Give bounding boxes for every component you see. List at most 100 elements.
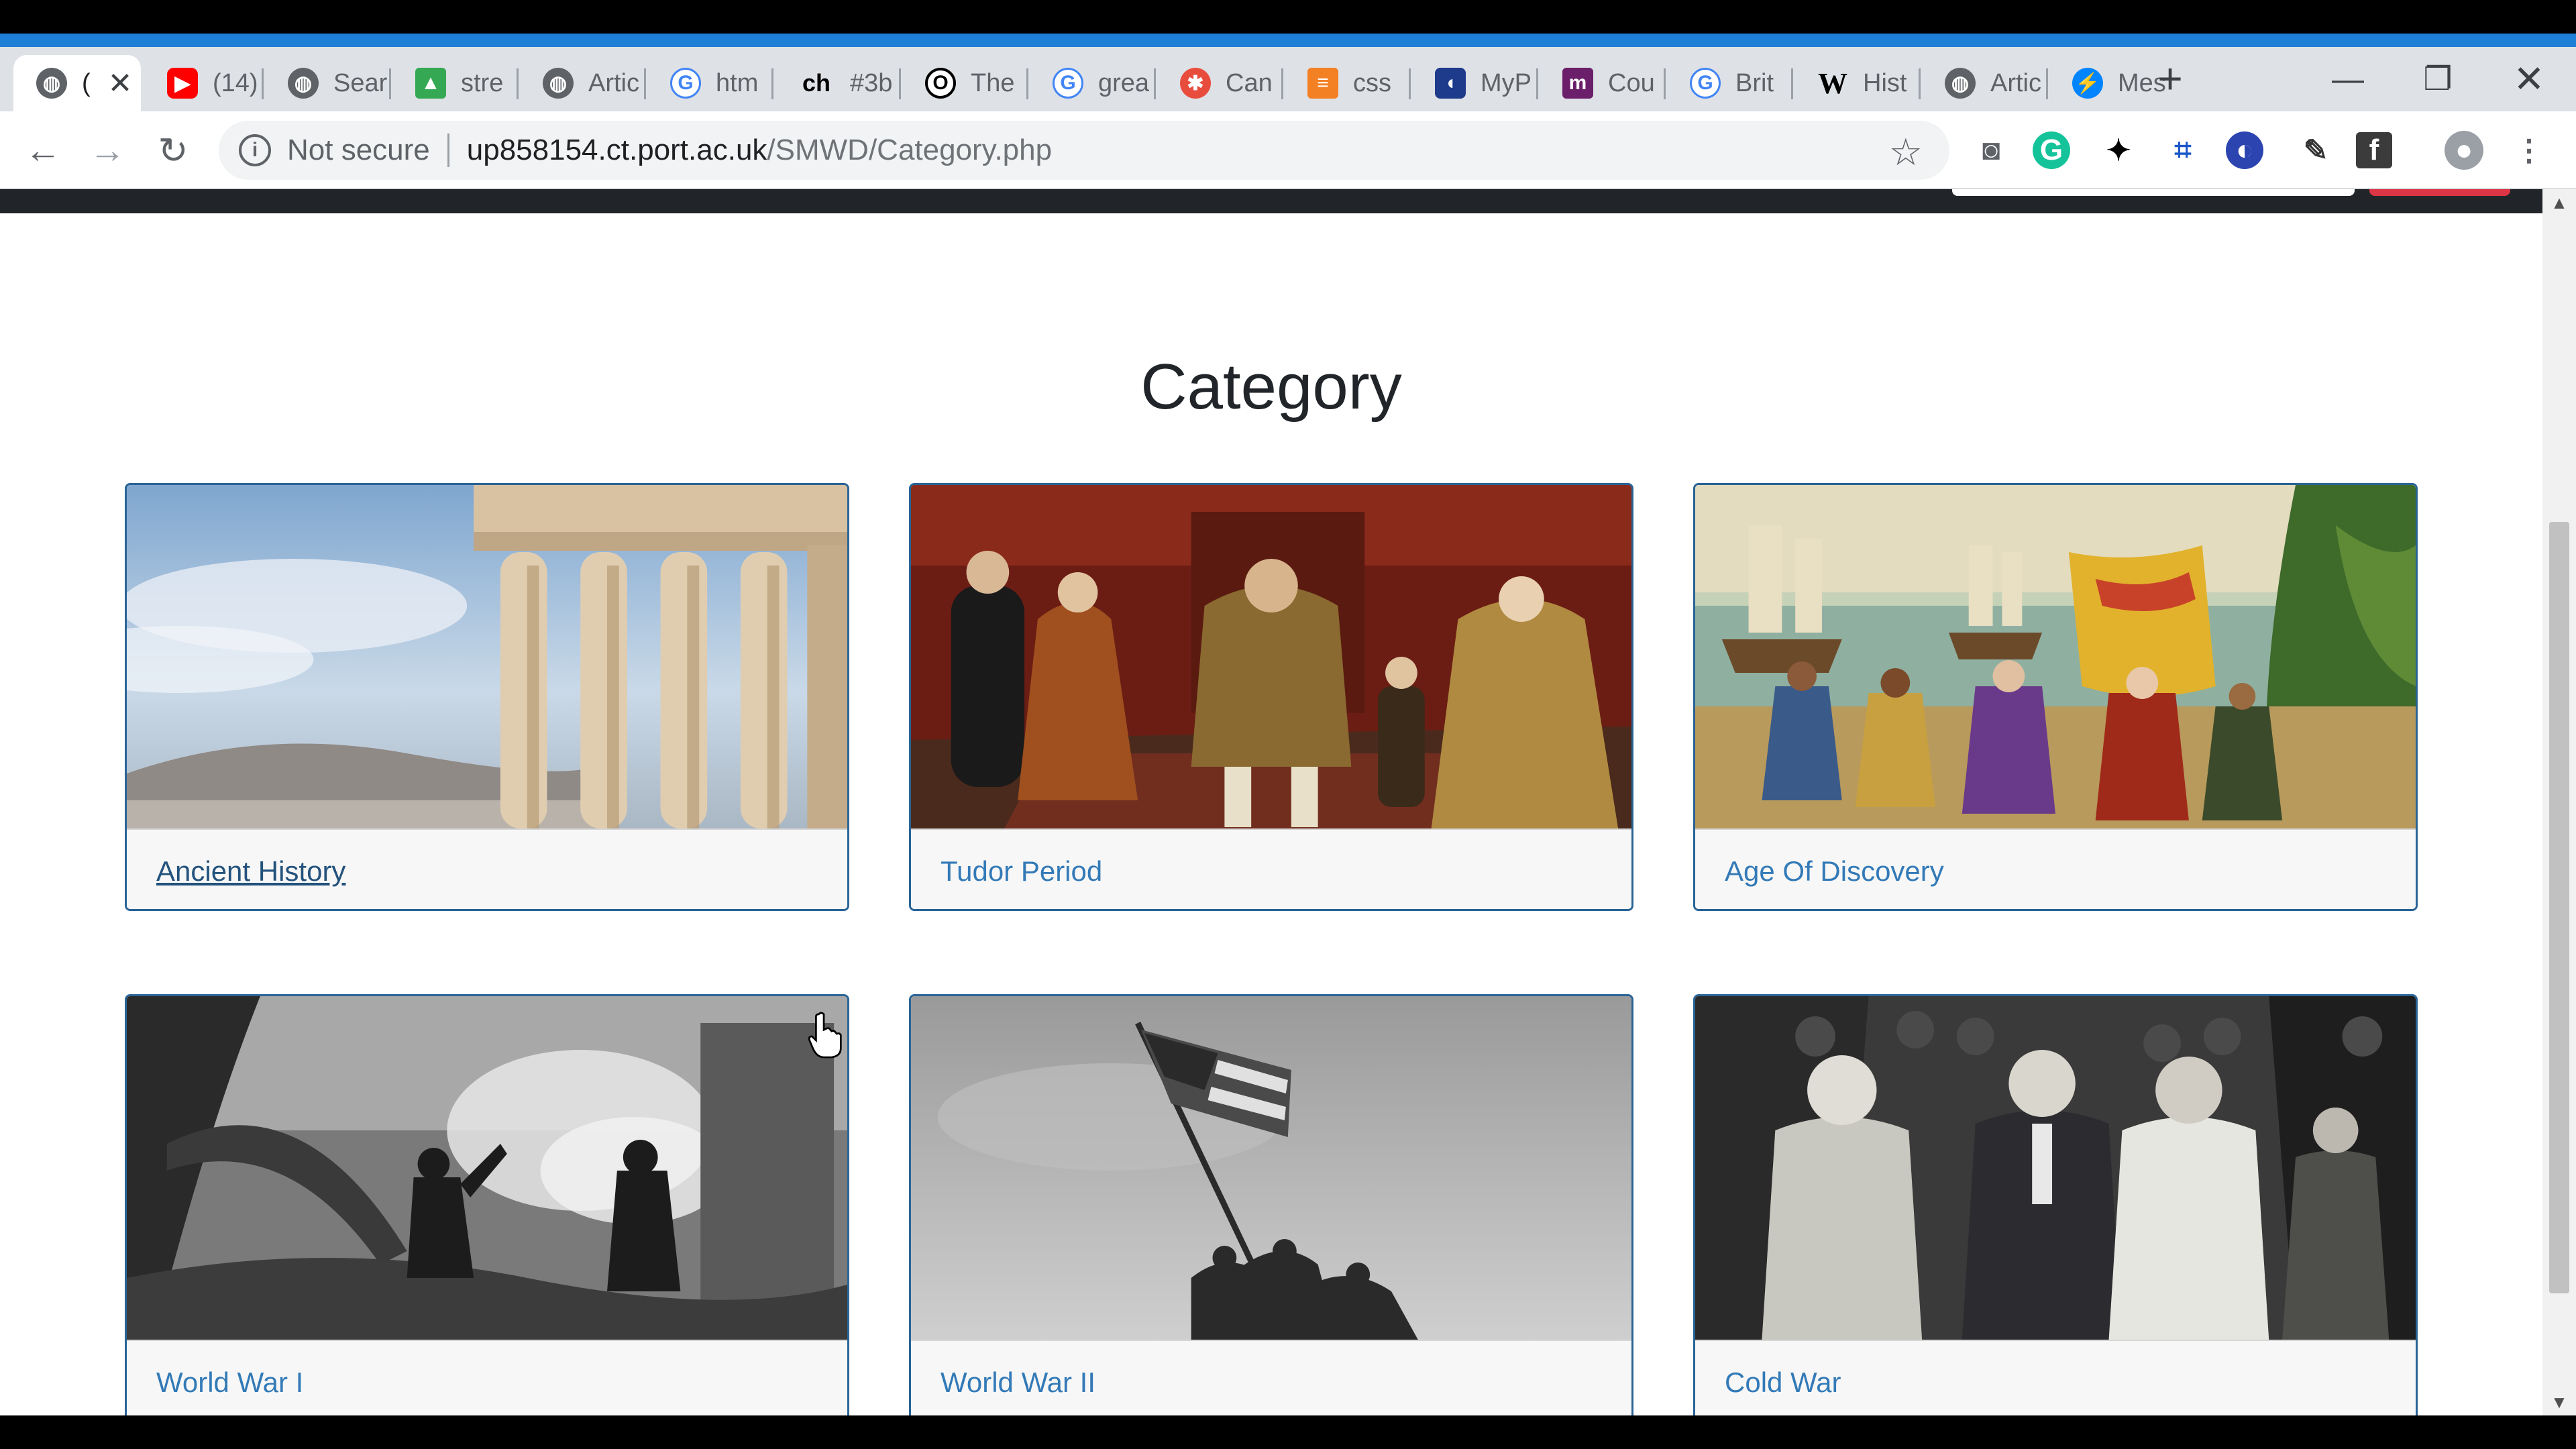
new-tab-icon[interactable]: + [2147,54,2194,103]
cold-war-image[interactable] [1695,996,2416,1340]
navbar-search-input[interactable] [1952,189,2355,196]
tudor-period-image[interactable] [911,485,1631,828]
category-link-world-war-ii[interactable]: World War II [941,1366,1095,1399]
tab-drive[interactable]: ▲ stre [392,55,517,111]
tab-brit[interactable]: G Brit [1667,55,1791,111]
tab-separator [1664,68,1666,99]
eyedropper-extension-icon[interactable]: ✎ [2294,129,2337,172]
tab-myportal[interactable]: ◖ MyP [1412,55,1536,111]
address-bar[interactable]: i Not secure up858154.ct.port.ac.uk /SMW… [219,121,1949,180]
browser-toolbar: ← → ↻ i Not secure up858154.ct.port.ac.u… [0,111,2576,189]
category-link-world-war-i[interactable]: World War I [156,1366,303,1399]
hand-cursor-icon [808,1012,842,1059]
wikipedia-icon: W [1818,66,1847,100]
category-link-cold-war[interactable]: Cold War [1725,1366,1841,1399]
tab-separator [2046,68,2048,99]
window-accent-bar [0,34,2576,47]
tab-title: grea [1098,68,1150,97]
tab-title: htm [716,68,759,97]
messenger-icon: ⚡ [2072,68,2103,99]
category-card-world-war-ii[interactable]: World War II [909,994,1633,1415]
myportal-icon: ◖ [1435,68,1466,99]
tab-separator [899,68,901,99]
tab-html[interactable]: G htm [647,55,771,111]
tab-separator [771,68,773,99]
tab-separator [389,68,391,99]
tab-active[interactable]: ◍ ( ✕ [13,55,141,111]
category-card-footer: Age Of Discovery [1695,828,2416,909]
globe-icon: ◍ [1945,68,1976,99]
navbar-red-button[interactable] [2369,189,2510,196]
menu-kebab-icon[interactable]: ⋮ [2508,129,2551,172]
stackoverflow-icon: ≡ [1307,68,1338,99]
ch-icon: ch [802,69,830,97]
tab-title: The [971,68,1015,97]
pin-extension-icon[interactable]: ✦ [2097,129,2140,172]
tab-css[interactable]: ≡ css [1285,55,1409,111]
tab-history[interactable]: W Hist [1794,55,1919,111]
blue-circle-extension-icon[interactable]: ◐ [2226,131,2263,169]
category-card-world-war-i[interactable]: World War I [125,994,849,1415]
tab-title: Artic [1990,68,2041,97]
crop-extension-icon[interactable]: ⌗ [2161,129,2204,172]
tab-youtube[interactable]: ▶ (14) [144,55,258,111]
google-icon: G [1690,68,1721,99]
tab-separator [1919,68,1921,99]
tab-separator [1791,68,1793,99]
tab-ch[interactable]: ch #3b [775,55,899,111]
restore-icon[interactable]: ❐ [2391,47,2485,111]
tab-title: (14) [213,68,258,97]
facebook-extension-icon[interactable]: f [2356,132,2392,168]
info-icon[interactable]: i [239,134,271,166]
category-card-ancient-history[interactable]: Ancient History [125,483,849,911]
tab-title: Can [1226,68,1273,97]
scroll-up-icon[interactable]: ▲ [2542,189,2576,216]
close-window-icon[interactable]: ✕ [2482,47,2576,111]
category-card-cold-war[interactable]: Cold War [1693,994,2418,1415]
category-card-tudor-period[interactable]: Tudor Period [909,483,1633,911]
tab-title: #3b [850,68,893,97]
world-war-ii-image[interactable] [911,996,1631,1340]
age-of-discovery-image[interactable] [1695,485,2416,828]
tab-search[interactable]: ◍ Sear [265,55,389,111]
url-host: up858154.ct.port.ac.uk [466,133,767,166]
globe-icon: ◍ [36,68,67,99]
tab-article[interactable]: ◍ Artic [520,55,644,111]
screen-top-bar [0,0,2576,34]
tab-article-2[interactable]: ◍ Artic [1922,55,2046,111]
page-scrollbar[interactable]: ▲ ▼ [2542,189,2576,1415]
tab-separator [1409,68,1411,99]
url-path: /SMWD/Category.php [767,133,1053,166]
profile-avatar-icon[interactable]: ● [2445,131,2483,170]
category-card-footer: Cold War [1695,1340,2416,1415]
google-icon: G [670,68,701,99]
category-card-age-of-discovery[interactable]: Age Of Discovery [1693,483,2418,911]
ancient-history-image[interactable] [127,485,847,828]
tab-the[interactable]: O The [902,55,1026,111]
grammarly-icon[interactable]: G [2033,131,2070,169]
tab-separator [1026,68,1028,99]
reload-icon[interactable]: ↻ [149,126,197,174]
tab-course[interactable]: m Cou [1540,55,1664,111]
canva-icon: ✱ [1180,68,1211,99]
tab-separator [644,68,646,99]
bookmark-star-icon[interactable]: ☆ [1889,130,1923,174]
category-link-age-of-discovery[interactable]: Age Of Discovery [1725,855,1944,888]
tab-title: stre [461,68,504,97]
tab-canva[interactable]: ✱ Can [1157,55,1281,111]
tab-great[interactable]: G grea [1030,55,1154,111]
close-icon[interactable]: ✕ [108,66,133,101]
scroll-down-icon[interactable]: ▼ [2542,1389,2576,1415]
minimize-icon[interactable]: — [2301,47,2395,111]
forward-icon[interactable]: → [83,126,131,174]
globe-icon: ◍ [543,68,574,99]
camera-icon[interactable]: ◙ [1970,129,2012,172]
category-link-ancient-history[interactable]: Ancient History [156,855,345,888]
globe-icon: ◍ [288,68,319,99]
world-war-i-image[interactable] [127,996,847,1340]
omnibox-divider [447,133,449,167]
m-logo-icon: m [1562,68,1593,99]
back-icon[interactable]: ← [19,126,67,174]
category-link-tudor-period[interactable]: Tudor Period [941,855,1102,888]
scrollbar-thumb[interactable] [2549,522,2569,1293]
